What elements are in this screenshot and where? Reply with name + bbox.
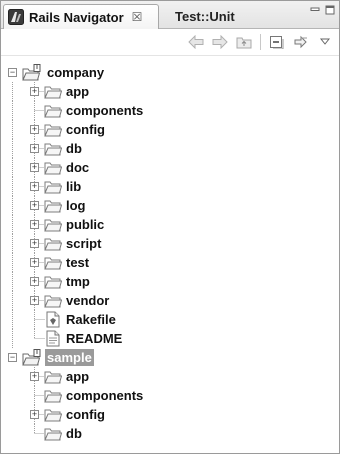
tree-item[interactable]: + public [1,215,339,234]
folder-icon [44,406,63,423]
expand-icon[interactable]: + [30,201,39,210]
folder-icon [44,425,63,442]
folder-icon [44,83,63,100]
tree-item-label: tmp [66,274,90,289]
tree-item[interactable]: + lib [1,177,339,196]
ruby-file-icon [44,311,62,328]
expand-icon[interactable]: + [30,277,39,286]
view-toolbar [1,29,339,56]
tree-item-label: Rakefile [66,312,116,327]
project-folder-icon [22,349,42,366]
expand-icon[interactable]: + [30,239,39,248]
folder-icon [44,178,63,195]
collapse-icon[interactable]: − [8,353,17,362]
tree-item-label: app [66,84,90,99]
expand-icon[interactable]: + [30,258,39,267]
tree-item[interactable]: + vendor [1,291,339,310]
project-tree: − company + app components + config + db + doc + lib… [1,56,339,443]
expand-icon[interactable]: + [30,410,39,419]
link-with-editor-icon[interactable] [291,32,311,52]
folder-icon [44,235,63,252]
expand-icon[interactable]: + [30,125,39,134]
tree-project[interactable]: − sample [1,348,339,367]
tree-item-label: components [66,103,144,118]
expand-icon[interactable]: + [30,163,39,172]
folder-icon [44,159,63,176]
tree-item[interactable]: components [1,386,339,405]
view-menu-icon[interactable] [315,32,335,52]
tree-item-label: components [66,388,144,403]
minimize-icon[interactable] [310,5,320,15]
tab-label: Test::Unit [175,8,235,24]
tree-item[interactable]: db [1,424,339,443]
tree-item-label: app [66,369,90,384]
forward-arrow-icon[interactable] [210,32,230,52]
folder-icon [44,140,63,157]
tree-item-label: db [66,426,82,441]
view-tab-bar: Rails Navigator ☒ Test::Unit [1,1,339,29]
tree-item-label: db [66,141,82,156]
folder-icon [44,216,63,233]
tab-test-unit[interactable]: Test::Unit [169,4,235,28]
folder-icon [44,387,63,404]
tree-item-label: script [66,236,102,251]
tree-item[interactable]: + db [1,139,339,158]
tree-item-label: config [66,407,105,422]
collapse-all-icon[interactable] [267,32,287,52]
maximize-icon[interactable] [325,5,335,15]
tree-item-label: doc [66,160,90,175]
text-file-icon [44,330,62,347]
folder-icon [44,368,63,385]
folder-icon [44,254,63,271]
tree-item[interactable]: README [1,329,339,348]
folder-icon [44,197,63,214]
tree-item[interactable]: + tmp [1,272,339,291]
tree-item-label: lib [66,179,82,194]
tree-item[interactable]: components [1,101,339,120]
tab-label: Rails Navigator [29,9,124,25]
collapse-icon[interactable]: − [8,68,17,77]
close-tab-icon[interactable]: ☒ [132,10,143,24]
folder-icon [44,102,63,119]
tree-item-label: log [66,198,86,213]
tree-item[interactable]: Rakefile [1,310,339,329]
expand-icon[interactable]: + [30,296,39,305]
tree-item[interactable]: + app [1,367,339,386]
rails-navigator-view: Rails Navigator ☒ Test::Unit − company +… [0,0,340,454]
folder-icon [44,292,63,309]
rails-navigator-icon [8,9,24,25]
tree-item-label: config [66,122,105,137]
expand-icon[interactable]: + [30,372,39,381]
tree-item[interactable]: + log [1,196,339,215]
folder-icon [44,273,63,290]
tree-item[interactable]: + doc [1,158,339,177]
tree-project-label: company [47,65,105,80]
folder-icon [44,121,63,138]
tree-item[interactable]: + config [1,405,339,424]
expand-icon[interactable]: + [30,87,39,96]
expand-icon[interactable]: + [30,220,39,229]
tree-item-label: public [66,217,105,232]
tree-item[interactable]: + config [1,120,339,139]
tree-project[interactable]: − company [1,63,339,82]
expand-icon[interactable]: + [30,182,39,191]
expand-icon[interactable]: + [30,144,39,153]
up-folder-icon[interactable] [234,32,254,52]
tree-item[interactable]: + script [1,234,339,253]
project-folder-icon [22,64,42,81]
tree-item-label: test [66,255,90,270]
back-arrow-icon[interactable] [186,32,206,52]
tree-project-label: sample [45,349,94,366]
tree-item-label: README [66,331,123,346]
toolbar-separator [260,34,261,50]
tree-item[interactable]: + test [1,253,339,272]
tab-rails-navigator[interactable]: Rails Navigator ☒ [3,4,159,29]
tree-item-label: vendor [66,293,110,308]
tree-item[interactable]: + app [1,82,339,101]
